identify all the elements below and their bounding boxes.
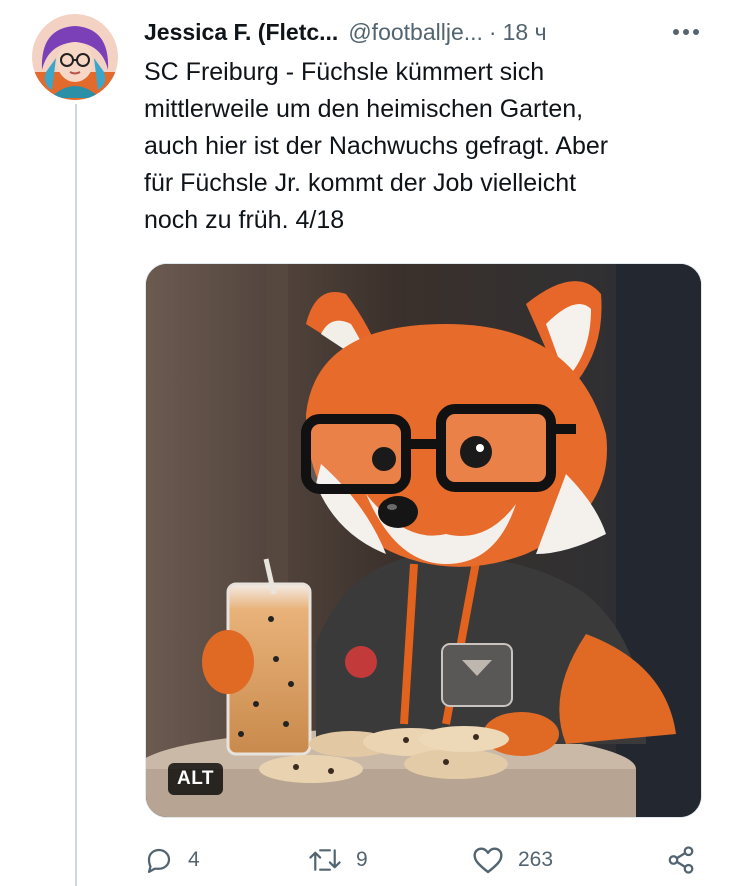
heart-icon — [473, 847, 503, 874]
retweet-button[interactable]: 9 — [308, 840, 368, 880]
timestamp[interactable]: 18 ч — [503, 19, 547, 46]
reply-count: 4 — [188, 848, 200, 871]
like-count: 263 — [518, 848, 554, 871]
avatar-image — [32, 14, 118, 100]
tweet-header: Jessica F. (Fletc... @footballje... · 18… — [144, 16, 704, 48]
fox-image — [146, 264, 701, 817]
separator-dot: · — [488, 18, 497, 45]
avatar[interactable] — [32, 14, 118, 100]
author-handle[interactable]: @footballje... — [348, 19, 483, 46]
reply-button[interactable]: 4 — [144, 840, 200, 880]
action-bar: 4 9 263 — [144, 840, 700, 880]
retweet-icon — [309, 849, 341, 871]
more-icon[interactable] — [668, 16, 704, 48]
alt-badge[interactable]: ALT — [168, 763, 224, 795]
share-button[interactable] — [666, 840, 710, 880]
tweet-text: SC Freiburg - Füchsle kümmert sich mittl… — [144, 58, 609, 234]
reply-icon — [147, 848, 171, 873]
retweet-count: 9 — [356, 848, 368, 871]
share-icon — [668, 846, 694, 874]
author-name[interactable]: Jessica F. (Fletc... — [144, 19, 338, 46]
tweet-media[interactable]: ALT — [145, 263, 702, 818]
thread-line — [75, 104, 77, 886]
like-button[interactable]: 263 — [472, 840, 553, 880]
